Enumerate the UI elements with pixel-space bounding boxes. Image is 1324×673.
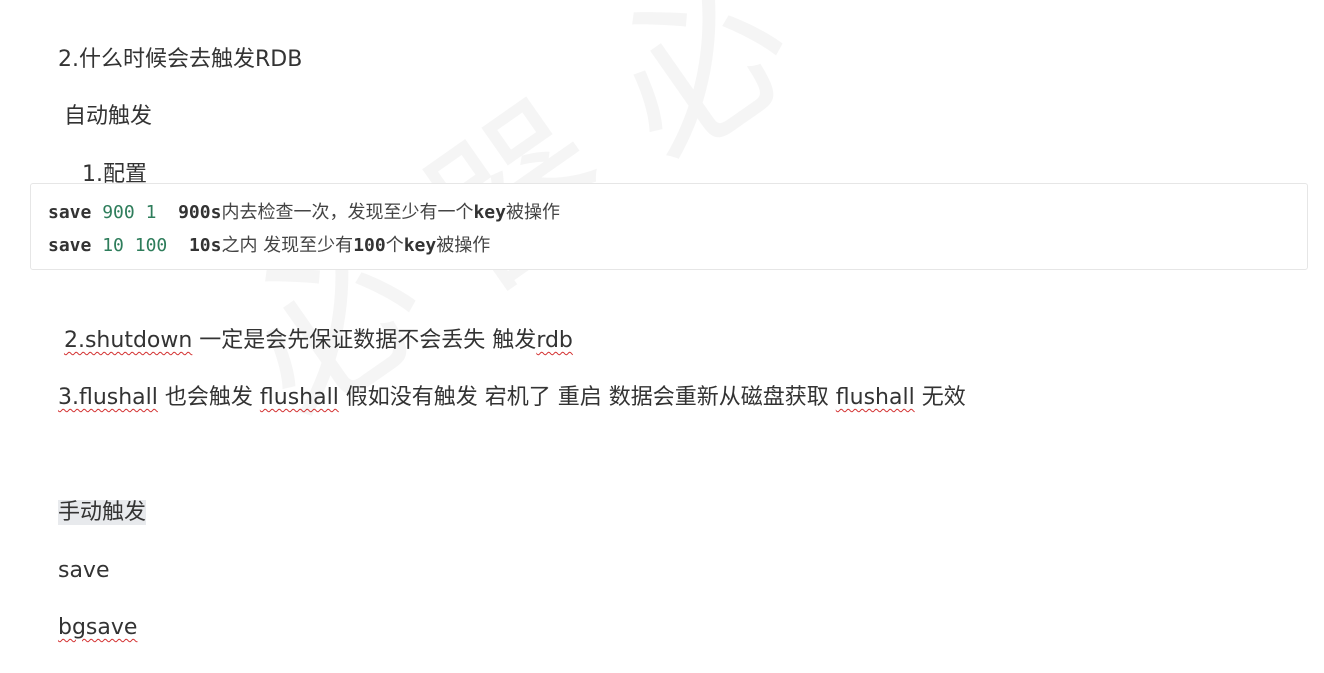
flushall-text: 无效 (914, 385, 966, 410)
comment-text: 之内 发现至少有 (221, 235, 354, 256)
document-page: 必 器 必 2.什么时候会去触发RDB 自动触发 1.配置 save 900 1… (0, 0, 1324, 640)
comment-number: 10s (188, 235, 222, 256)
flushall-term: flushall (835, 385, 915, 410)
code-comment: 900s内去检查一次，发现至少有一个key被操作 (178, 202, 560, 223)
comment-key: key (403, 235, 437, 256)
heading-text: 2.什么时候会去触发RDB (57, 47, 303, 72)
comment-text: 被操作 (505, 202, 560, 223)
shutdown-text: 一定是会先保证数据不会丢失 触发 (192, 328, 537, 353)
comment-text: 被操作 (436, 235, 491, 256)
code-number: 900 (102, 202, 135, 223)
auto-trigger-text: 自动触发 (63, 104, 152, 129)
code-comment: 10s之内 发现至少有100个key被操作 (189, 235, 490, 256)
code-keyword: save (48, 202, 92, 223)
shutdown-term: 2.shutdown (63, 328, 193, 353)
code-number: 10 (102, 235, 124, 256)
flushall-line: 3.flushall 也会触发 flushall 假如没有触发 宕机了 重启 数… (30, 353, 966, 443)
flushall-text: 假如没有触发 宕机了 重启 数据会重新从磁盘获取 (338, 385, 836, 410)
flushall-term: 3.flushall (57, 385, 158, 410)
code-keyword: save (48, 235, 92, 256)
code-number: 100 (134, 235, 168, 256)
save-text: save (57, 558, 110, 583)
rdb-term: rdb (536, 328, 573, 353)
code-block[interactable]: save 900 1 900s内去检查一次，发现至少有一个key被操作 save… (30, 183, 1308, 270)
comment-number: 100 (353, 235, 386, 256)
flushall-text: 也会触发 (157, 385, 260, 410)
comment-text: 个 (385, 235, 404, 256)
comment-key: key (473, 202, 506, 223)
comment-number: 900s (178, 202, 222, 223)
code-line-1: save 900 1 900s内去检查一次，发现至少有一个key被操作 (48, 200, 560, 226)
flushall-term: flushall (259, 385, 339, 410)
comment-text: 内去检查一次，发现至少有一个 (221, 202, 474, 223)
manual-trigger-text: 手动触发 (57, 500, 146, 525)
code-number: 1 (145, 202, 157, 223)
bgsave-line: bgsave (30, 583, 137, 673)
code-line-2: save 10 100 10s之内 发现至少有100个key被操作 (48, 233, 490, 259)
